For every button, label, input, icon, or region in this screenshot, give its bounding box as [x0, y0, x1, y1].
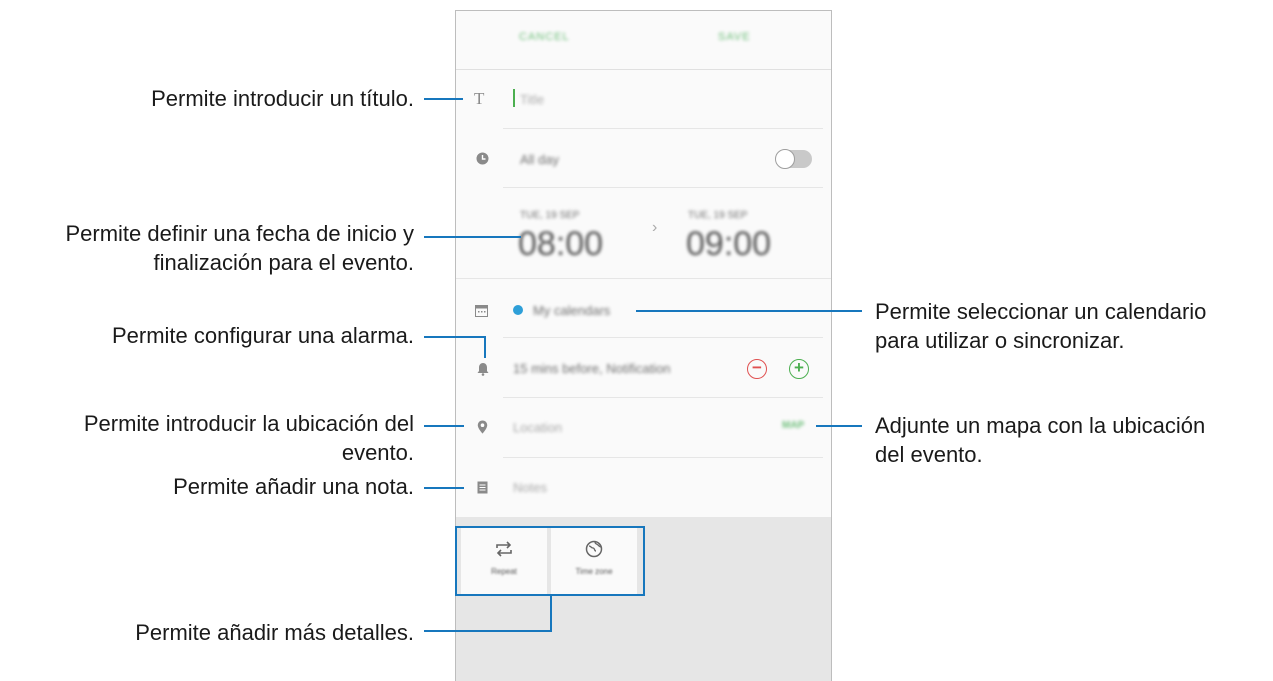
globe-icon	[551, 540, 637, 563]
divider	[503, 128, 823, 129]
leader-line-calendar	[636, 310, 862, 312]
repeat-icon	[461, 540, 547, 563]
callout-dates-line2: finalización para el evento.	[153, 250, 415, 275]
text-cursor	[513, 89, 515, 107]
chevron-right-icon: ›	[652, 219, 658, 236]
callout-dates-line1: Permite definir una fecha de inicio y	[65, 221, 414, 246]
callout-location-line2: evento.	[341, 440, 414, 465]
more-details-panel: Repeat Time zone	[455, 526, 645, 596]
location-pin-icon	[477, 420, 488, 436]
callout-alarm: Permite configurar una alarma.	[111, 323, 414, 348]
leader-line-dates	[424, 236, 521, 238]
divider	[456, 278, 831, 279]
title-icon: T	[474, 89, 485, 108]
leader-line-location	[424, 425, 464, 427]
repeat-label: Repeat	[491, 567, 517, 576]
leader-line-alarm	[424, 336, 486, 338]
time-zone-button[interactable]: Time zone	[551, 528, 637, 594]
bell-icon	[477, 362, 489, 378]
start-date[interactable]: TUE, 19 SEP	[520, 210, 579, 221]
callout-map-line1: Adjunte un mapa con la ubicación	[875, 413, 1206, 438]
save-button[interactable]: SAVE	[718, 31, 751, 43]
action-bar: CANCEL SAVE	[456, 11, 831, 70]
all-day-toggle[interactable]	[775, 149, 812, 169]
map-button[interactable]: MAP	[782, 420, 804, 431]
callout-note: Permite añadir una nota.	[173, 474, 414, 499]
leader-line-more-details-vertical	[550, 595, 552, 632]
leader-line-more-details	[424, 630, 552, 632]
repeat-button[interactable]: Repeat	[461, 528, 547, 594]
notes-input[interactable]: Notes	[513, 480, 547, 495]
end-time[interactable]: 09:00	[686, 225, 771, 264]
start-time[interactable]: 08:00	[518, 225, 603, 264]
leader-line-map	[816, 425, 862, 427]
divider	[503, 187, 823, 188]
calendar-icon	[475, 305, 488, 319]
calendar-selector[interactable]: My calendars	[533, 303, 610, 318]
remove-reminder-button[interactable]: −	[747, 359, 767, 379]
cancel-button[interactable]: CANCEL	[519, 31, 570, 43]
callout-more-details: Permite añadir más detalles.	[135, 620, 414, 645]
location-input[interactable]: Location	[513, 420, 562, 435]
callout-map-line2: del evento.	[875, 442, 983, 467]
callout-location-line1: Permite introducir la ubicación del	[83, 411, 414, 436]
divider	[503, 397, 823, 398]
divider	[503, 337, 823, 338]
callout-title: Permite introducir un título.	[151, 86, 414, 111]
leader-line-alarm-vertical	[484, 336, 486, 358]
notes-icon	[477, 481, 488, 496]
leader-line-title	[424, 98, 463, 100]
calendar-color-dot	[513, 305, 523, 315]
title-input[interactable]: Title	[520, 92, 544, 107]
add-reminder-button[interactable]: +	[789, 359, 809, 379]
reminder-label[interactable]: 15 mins before, Notification	[513, 361, 671, 376]
leader-line-note	[424, 487, 464, 489]
end-date[interactable]: TUE, 19 SEP	[688, 210, 747, 221]
clock-icon	[476, 152, 489, 167]
divider	[503, 457, 823, 458]
callout-calendar-line2: para utilizar o sincronizar.	[875, 328, 1125, 353]
time-zone-label: Time zone	[575, 567, 613, 576]
all-day-label: All day	[520, 152, 560, 167]
callout-calendar-line1: Permite seleccionar un calendario	[875, 299, 1207, 324]
